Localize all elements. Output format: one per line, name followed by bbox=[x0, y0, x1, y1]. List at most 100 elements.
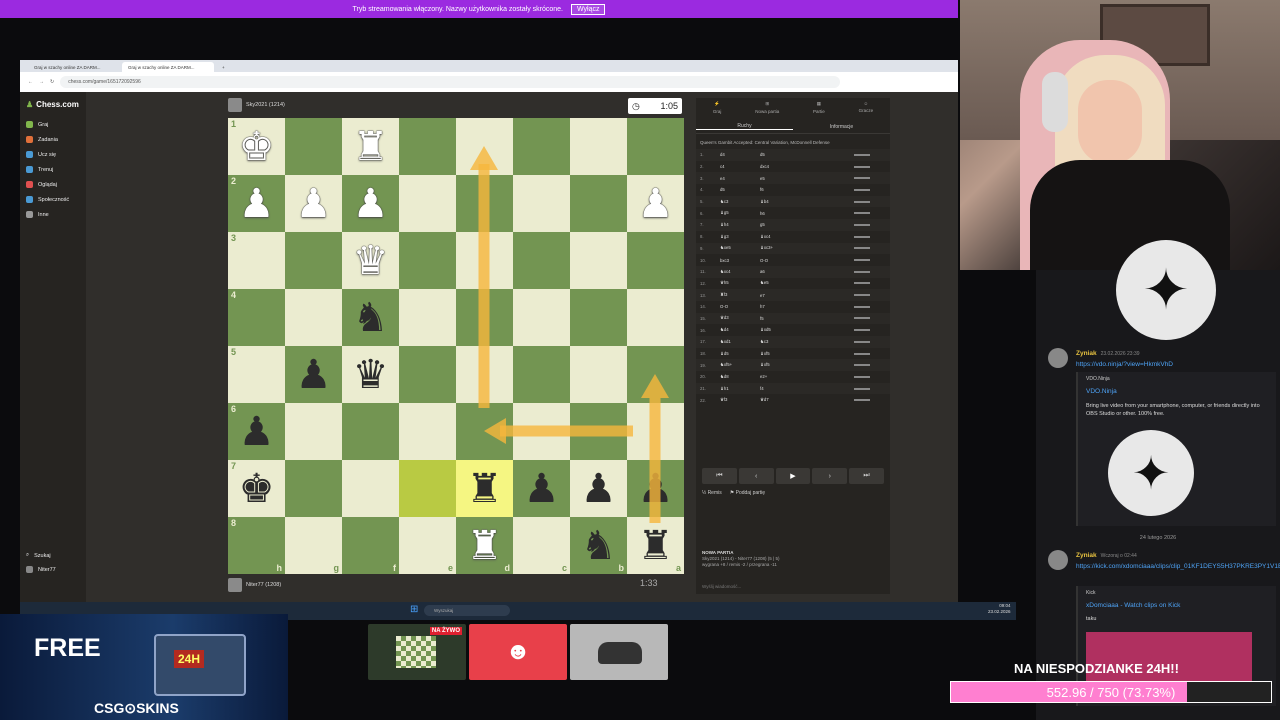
white-move[interactable]: ♝d5 bbox=[720, 351, 760, 357]
board-square[interactable]: ♟ bbox=[513, 460, 570, 517]
board-square[interactable] bbox=[513, 403, 570, 460]
avatar[interactable] bbox=[1048, 550, 1068, 570]
next-move-button[interactable]: › bbox=[812, 468, 848, 484]
sidebar-item-2[interactable]: Ucz się bbox=[20, 147, 86, 162]
board-square[interactable] bbox=[285, 460, 342, 517]
first-move-button[interactable]: ⏮ bbox=[702, 468, 737, 484]
board-square[interactable]: f bbox=[342, 517, 399, 574]
subtab-info[interactable]: Informacje bbox=[793, 124, 890, 130]
black-move[interactable]: h7 bbox=[760, 304, 810, 309]
white-move[interactable]: ♜f3 bbox=[720, 292, 760, 298]
tab-play[interactable]: ⚡ Graj bbox=[713, 101, 722, 120]
browser-tab-active[interactable]: Graj w szachy online ZA DARM... bbox=[122, 62, 214, 72]
board-square[interactable] bbox=[570, 403, 627, 460]
black-knight-icon[interactable]: ♞ bbox=[353, 298, 389, 338]
white-move[interactable]: ♞xe5 bbox=[720, 245, 760, 251]
board-square[interactable]: ♟ bbox=[570, 460, 627, 517]
board-square[interactable] bbox=[456, 118, 513, 175]
board-square[interactable]: 5 bbox=[228, 346, 285, 403]
black-move[interactable]: ♝b4 bbox=[760, 199, 810, 205]
white-move[interactable]: ♛h5 bbox=[720, 280, 760, 286]
board-square[interactable]: c bbox=[513, 517, 570, 574]
black-pawn-icon[interactable]: ♟ bbox=[638, 469, 674, 509]
board-square[interactable] bbox=[456, 346, 513, 403]
board-square[interactable]: ♛ bbox=[342, 346, 399, 403]
black-knight-icon[interactable]: ♞ bbox=[581, 526, 617, 566]
board-square[interactable] bbox=[570, 118, 627, 175]
white-pawn-icon[interactable]: ♟ bbox=[296, 184, 332, 224]
sidebar-item-3[interactable]: Trenuj bbox=[20, 162, 86, 177]
white-move[interactable]: bxc3 bbox=[720, 258, 760, 263]
embed-title[interactable]: xDomciaaa - Watch clips on Kick bbox=[1086, 602, 1180, 609]
white-move[interactable]: ♞xd1 bbox=[720, 339, 760, 345]
black-move[interactable]: e2+ bbox=[760, 374, 810, 379]
draw-button[interactable]: ½ Remis bbox=[702, 490, 722, 496]
url-field[interactable]: chess.com/game/165172092596 bbox=[60, 76, 841, 88]
white-move[interactable]: ♞d4 bbox=[720, 327, 760, 333]
board-square[interactable] bbox=[399, 118, 456, 175]
board-square[interactable]: ♜ bbox=[342, 118, 399, 175]
sidebar-user[interactable]: Niter77 bbox=[20, 562, 62, 577]
white-move[interactable]: ♝g5 bbox=[720, 210, 760, 216]
white-move[interactable]: O-O bbox=[720, 304, 760, 309]
white-move[interactable]: ♛d3 bbox=[720, 315, 760, 321]
board-square[interactable] bbox=[513, 118, 570, 175]
black-pawn-icon[interactable]: ♟ bbox=[524, 469, 560, 509]
black-move[interactable]: f6 bbox=[760, 187, 810, 192]
board-square[interactable] bbox=[399, 232, 456, 289]
black-move[interactable]: ♞e5 bbox=[760, 280, 810, 286]
board-square[interactable] bbox=[627, 289, 684, 346]
sidebar-item-0[interactable]: Graj bbox=[20, 117, 86, 132]
white-move[interactable]: ♞c3 bbox=[720, 199, 760, 205]
white-king-icon[interactable]: ♚ bbox=[239, 127, 275, 167]
board-square[interactable] bbox=[399, 460, 456, 517]
white-move[interactable]: c4 bbox=[720, 164, 760, 169]
black-move[interactable]: h6 bbox=[760, 211, 810, 216]
board-square[interactable]: ♟ bbox=[627, 460, 684, 517]
board-square[interactable]: 7 ♚ bbox=[228, 460, 285, 517]
board-square[interactable] bbox=[285, 403, 342, 460]
board-square[interactable] bbox=[570, 289, 627, 346]
chat-link[interactable]: https://kick.com/xdomciaaa/clips/clip_01… bbox=[1076, 562, 1280, 571]
avatar[interactable] bbox=[228, 98, 242, 112]
chess-board[interactable]: 1 ♚ ♜ 2 ♟ ♟ ♟ ♟ 3 ♛ 4 ♞ 5 ♟ ♛ 6 ♟ 7 ♚ ♜ ♟ ♟ ♟ 8 h g f e d ♜ c b ♞ a ♜ bbox=[228, 118, 684, 574]
white-rook-icon[interactable]: ♜ bbox=[353, 127, 389, 167]
board-square[interactable] bbox=[342, 460, 399, 517]
white-rook-icon[interactable]: ♜ bbox=[467, 526, 503, 566]
white-move[interactable]: ♝h1 bbox=[720, 386, 760, 392]
taskbar-search[interactable]: Wyszukaj bbox=[424, 605, 510, 616]
board-square[interactable] bbox=[399, 346, 456, 403]
black-king-icon[interactable]: ♚ bbox=[239, 469, 275, 509]
board-square[interactable] bbox=[456, 289, 513, 346]
board-square[interactable] bbox=[399, 403, 456, 460]
board-square[interactable] bbox=[513, 175, 570, 232]
board-square[interactable] bbox=[342, 403, 399, 460]
bottom-player-name[interactable]: Niter77 (1208) bbox=[246, 582, 281, 588]
board-square[interactable] bbox=[570, 232, 627, 289]
board-square[interactable]: ♟ bbox=[285, 175, 342, 232]
tab-games[interactable]: ▦ Partie bbox=[813, 101, 825, 120]
white-move[interactable]: ♞d8 bbox=[720, 374, 760, 380]
last-move-button[interactable]: ⏭ bbox=[849, 468, 884, 484]
white-move[interactable]: ♝h4 bbox=[720, 222, 760, 228]
board-square[interactable]: ♟ bbox=[627, 175, 684, 232]
board-square[interactable] bbox=[456, 232, 513, 289]
black-move[interactable]: e7 bbox=[760, 293, 810, 298]
sidebar-item-1[interactable]: Zadania bbox=[20, 132, 86, 147]
white-pawn-icon[interactable]: ♟ bbox=[239, 184, 275, 224]
board-square[interactable] bbox=[513, 346, 570, 403]
board-square[interactable]: e bbox=[399, 517, 456, 574]
board-square[interactable]: ♜ bbox=[456, 460, 513, 517]
black-rook-icon[interactable]: ♜ bbox=[638, 526, 674, 566]
resign-button[interactable]: ⚑ Poddaj partię bbox=[730, 490, 765, 496]
chess-logo[interactable]: ♟ Chess.com bbox=[20, 92, 86, 117]
black-move[interactable]: a6 bbox=[760, 269, 810, 274]
board-square[interactable] bbox=[285, 232, 342, 289]
black-move[interactable]: e5 bbox=[760, 176, 810, 181]
board-square[interactable] bbox=[513, 289, 570, 346]
board-square[interactable]: 4 bbox=[228, 289, 285, 346]
board-square[interactable] bbox=[399, 175, 456, 232]
black-pawn-icon[interactable]: ♟ bbox=[239, 412, 275, 452]
board-square[interactable]: g bbox=[285, 517, 342, 574]
board-square[interactable] bbox=[456, 175, 513, 232]
